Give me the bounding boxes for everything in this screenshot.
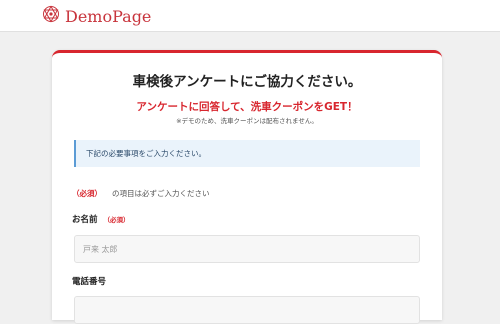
top-header: DemoPage — [0, 0, 500, 32]
name-field-label: お名前 （必須） — [72, 213, 130, 225]
logo-text: DemoPage — [65, 6, 152, 26]
required-explanation-text: の項目は必ずご入力ください — [112, 189, 210, 198]
page-subtitle: アンケートに回答して、洗車クーポンをGET！ — [136, 101, 358, 113]
phone-field-label: 電話番号 — [72, 275, 106, 287]
survey-card: 車検後アンケートにご協力ください。 アンケートに回答して、洗車クーポンをGET！… — [52, 50, 442, 324]
phone-input[interactable] — [74, 296, 420, 324]
name-label-text: お名前 — [72, 215, 98, 225]
phone-label-text: 電話番号 — [72, 277, 107, 287]
required-tag: （必須） — [72, 189, 102, 198]
site-logo[interactable]: DemoPage — [41, 5, 151, 27]
name-required-badge: （必須） — [103, 216, 130, 224]
disclaimer-note: ※デモのため、洗車クーポンは配布されません。 — [176, 117, 318, 125]
name-input[interactable] — [74, 235, 420, 263]
logo-emblem-icon — [41, 4, 61, 28]
info-banner: 下記の必要事項をご入力ください。 — [74, 140, 420, 167]
page-title: 車検後アンケートにご協力ください。 — [132, 74, 362, 90]
required-explanation: （必須） の項目は必ずご入力ください — [72, 188, 210, 199]
